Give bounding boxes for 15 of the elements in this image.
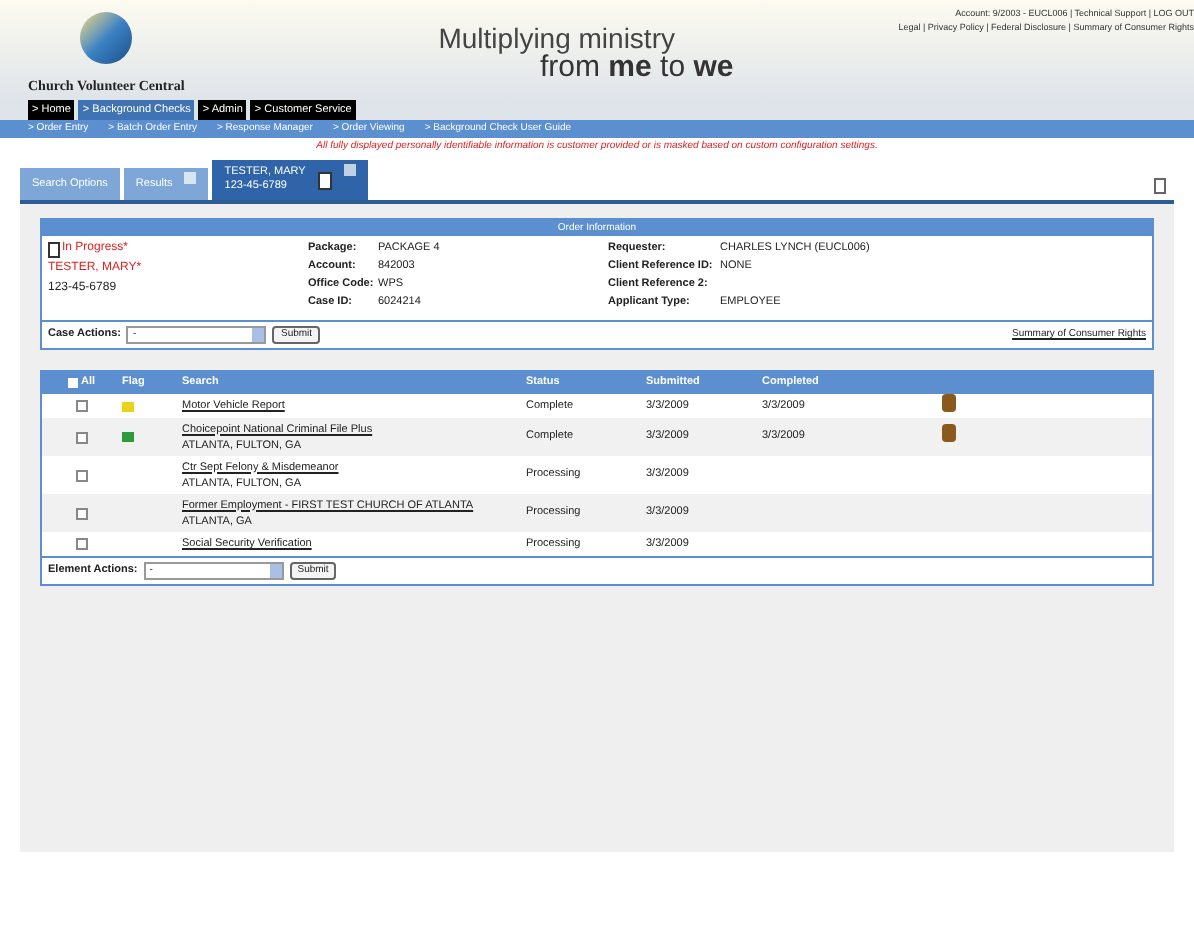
checkbox[interactable]	[76, 400, 88, 412]
result-icon[interactable]	[942, 424, 956, 443]
slogan: from me to we	[540, 52, 734, 82]
checkbox[interactable]	[76, 431, 88, 443]
slogan: Multiplying ministry	[438, 24, 675, 52]
document-icon[interactable]	[317, 171, 332, 189]
checkbox[interactable]	[76, 469, 88, 481]
checkbox[interactable]	[76, 507, 88, 519]
logo-icon	[80, 12, 132, 64]
close-icon[interactable]	[343, 164, 356, 176]
document-icon[interactable]	[1154, 178, 1166, 194]
checkbox[interactable]	[76, 538, 88, 550]
document-icon	[48, 241, 60, 257]
checkbox[interactable]	[68, 378, 79, 388]
close-icon[interactable]	[184, 172, 197, 184]
